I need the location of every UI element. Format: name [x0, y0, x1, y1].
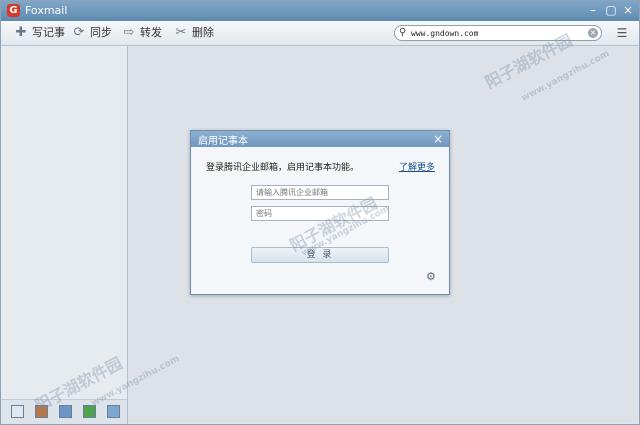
calendar-icon[interactable] [59, 405, 72, 418]
maximize-icon[interactable]: ▢ [602, 2, 620, 19]
menu-icon[interactable]: ☰ [615, 26, 629, 40]
foxmail-logo-icon: G [7, 4, 20, 17]
sync-button[interactable]: ⟳ 同步 [71, 24, 112, 42]
dialog-description: 登录腾讯企业邮箱，启用记事本功能。 [206, 163, 360, 173]
plus-icon: ✚ [15, 25, 27, 40]
window-title: Foxmail [25, 4, 68, 17]
forward-button[interactable]: ⇨ 转发 [121, 24, 162, 42]
close-icon[interactable]: × [433, 131, 443, 147]
write-note-label: 写记事 [32, 26, 65, 39]
delete-label: 删除 [192, 26, 214, 39]
dialog-title: 启用记事本 [198, 136, 248, 147]
minimize-icon[interactable]: – [584, 2, 602, 19]
sync-icon: ⟳ [73, 25, 85, 40]
settings-icon[interactable]: ⚙ [426, 270, 436, 283]
close-icon[interactable]: × [619, 2, 637, 19]
enable-notes-dialog: 启用记事本 × 登录腾讯企业邮箱，启用记事本功能。 了解更多 登 录 ⚙ [190, 130, 450, 295]
sync-label: 同步 [90, 26, 112, 39]
forward-label: 转发 [140, 26, 162, 39]
learn-more-link[interactable]: 了解更多 [399, 160, 435, 173]
delete-icon: ✂ [175, 25, 187, 40]
delete-button[interactable]: ✂ 删除 [173, 24, 214, 42]
clear-search-icon[interactable]: × [588, 28, 598, 38]
dialog-title-bar: 启用记事本 × [191, 131, 449, 147]
mail-icon[interactable] [11, 405, 24, 418]
title-bar: G Foxmail – ▢ × [1, 1, 639, 21]
feeds-icon[interactable] [107, 405, 120, 418]
forward-arrow-icon: ⇨ [123, 25, 135, 40]
search-icon: ⚲ [399, 27, 407, 38]
write-note-button[interactable]: ✚ 写记事 [13, 24, 65, 42]
